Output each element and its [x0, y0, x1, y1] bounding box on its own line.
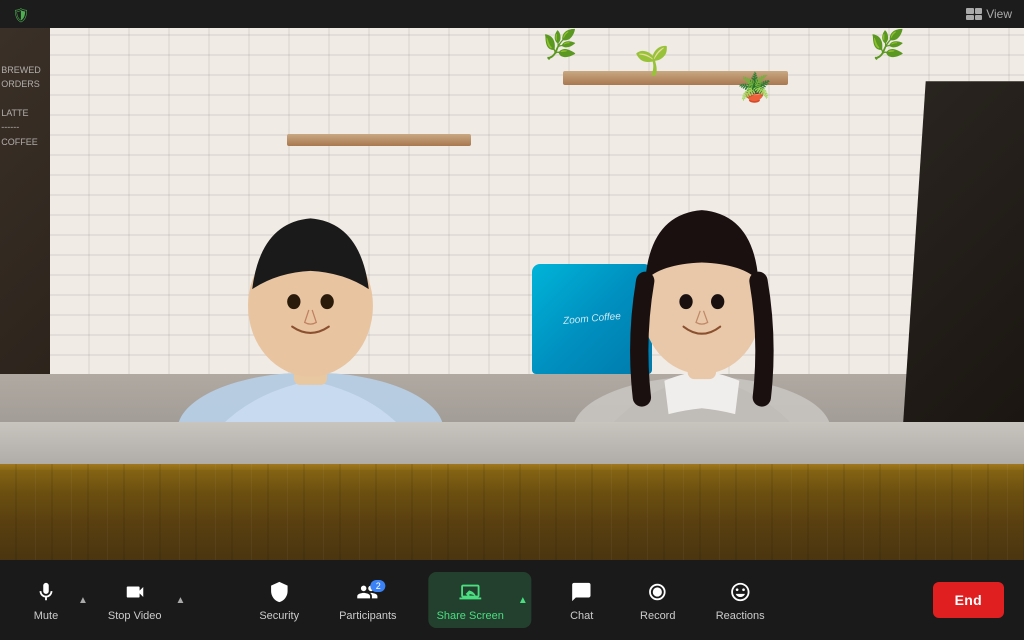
plant-2: 🌱	[635, 44, 670, 77]
mute-label: Mute	[34, 610, 58, 622]
reactions-button[interactable]: Reactions	[708, 572, 773, 628]
people-svg	[0, 81, 1024, 464]
video-canvas: BREWEDORDERSLATTE------COFFEE 🌿 🌱 🪴 🌿 Zo…	[0, 28, 1024, 560]
security-label: Security	[259, 610, 299, 622]
end-button[interactable]: End	[933, 582, 1004, 618]
app: 🛡 View BREWEDORDERSLATTE------COFFEE	[0, 0, 1024, 640]
security-button[interactable]: Security	[251, 572, 307, 628]
video-group: Stop Video ▲	[100, 572, 190, 628]
toolbar-center: Security 2 Participants	[251, 572, 772, 628]
share-screen-group: Share Screen ▲	[429, 572, 532, 628]
video-area: BREWEDORDERSLATTE------COFFEE 🌿 🌱 🪴 🌿 Zo…	[0, 28, 1024, 560]
video-icon	[121, 578, 149, 606]
record-label: Record	[640, 610, 675, 622]
share-screen-icon	[456, 578, 484, 606]
title-bar: 🛡 View	[0, 0, 1024, 28]
chat-button[interactable]: Chat	[556, 572, 608, 628]
table-surface	[0, 464, 1024, 560]
chat-label: Chat	[570, 610, 593, 622]
security-icon	[265, 578, 293, 606]
reactions-label: Reactions	[716, 610, 765, 622]
plant-4: 🌿	[870, 28, 905, 61]
participants-button[interactable]: 2 Participants	[331, 572, 404, 628]
share-screen-chevron[interactable]: ▲	[514, 593, 532, 608]
view-button[interactable]: View	[966, 7, 1012, 21]
participants-badge: 2	[371, 580, 386, 592]
plant-1: 🌿	[543, 28, 578, 61]
participants-label: Participants	[339, 610, 396, 622]
toolbar-right: End	[933, 582, 1004, 618]
floor-area	[0, 422, 1024, 465]
share-screen-label: Share Screen	[437, 610, 504, 622]
view-label: View	[986, 7, 1012, 21]
reactions-icon	[726, 578, 754, 606]
toolbar: Mute ▲ Stop Video ▲	[0, 560, 1024, 640]
share-screen-button[interactable]: Share Screen	[429, 572, 512, 628]
record-icon	[644, 578, 672, 606]
toolbar-left: Mute ▲ Stop Video ▲	[20, 572, 189, 628]
record-button[interactable]: Record	[632, 572, 684, 628]
stop-video-label: Stop Video	[108, 610, 162, 622]
shield-icon: 🛡	[12, 7, 30, 24]
chat-icon	[568, 578, 596, 606]
mute-chevron[interactable]: ▲	[74, 593, 92, 608]
stop-video-button[interactable]: Stop Video	[100, 572, 170, 628]
view-icon	[966, 8, 982, 20]
mute-button[interactable]: Mute	[20, 572, 72, 628]
participants-icon-wrap: 2	[354, 578, 382, 606]
mute-group: Mute ▲	[20, 572, 92, 628]
video-chevron[interactable]: ▲	[172, 593, 190, 608]
mute-icon	[32, 578, 60, 606]
